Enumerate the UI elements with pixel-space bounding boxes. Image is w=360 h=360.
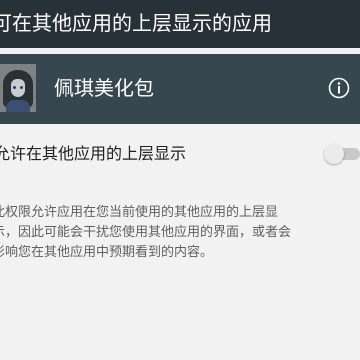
app-avatar-icon bbox=[0, 64, 36, 112]
toggle-thumb bbox=[324, 144, 344, 164]
overlay-permission-label: 允许在其他应用的上层显示 bbox=[0, 144, 187, 163]
page-title: 可在其他应用的上层显示的应用 bbox=[0, 11, 272, 35]
permission-description: 此权限允许应用在您当前使用的其他应用的上层显 示，因此可能会干扰您使用其他应用的… bbox=[0, 205, 292, 260]
overlay-permission-row[interactable]: 允许在其他应用的上层显示 bbox=[0, 136, 360, 172]
overlay-permission-toggle[interactable] bbox=[324, 144, 360, 164]
app-name: 佩琪美化包 bbox=[54, 76, 154, 100]
top-app-bar: 可在其他应用的上层显示的应用 bbox=[0, 0, 360, 48]
app-header: 佩琪美化包 bbox=[0, 54, 360, 124]
info-icon[interactable] bbox=[328, 77, 350, 99]
